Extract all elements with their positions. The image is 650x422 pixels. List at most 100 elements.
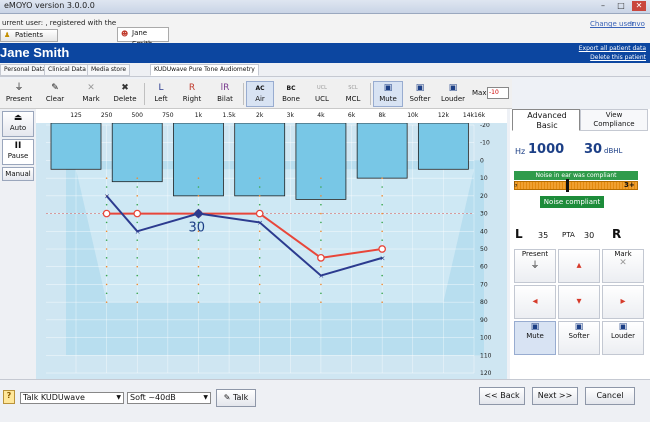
tab-personal-data[interactable]: Personal Data: [0, 64, 50, 76]
noise-bar: [111, 123, 163, 183]
down-arrow-button[interactable]: ▾: [558, 285, 600, 319]
bone-conduction-button[interactable]: BC Bone: [277, 81, 305, 107]
measurement-dot: [258, 248, 261, 250]
measurement-dot: [105, 230, 108, 233]
tab-patients-label: Patients: [15, 31, 44, 39]
present-button[interactable]: ⏚ Present: [2, 81, 36, 107]
export-link[interactable]: Export all patient data: [579, 45, 646, 52]
mcl-button[interactable]: SCL MCL: [339, 81, 367, 107]
measurement-dot: [136, 239, 139, 241]
toolbar-divider: [144, 83, 145, 105]
up-arrow-button[interactable]: ▴: [558, 249, 600, 283]
measurement-dot: [197, 301, 200, 303]
minimize-icon[interactable]: –: [596, 1, 610, 11]
air-conduction-button[interactable]: AC Air: [246, 81, 274, 107]
window-title: eMOYO version 3.0.0.0: [4, 1, 95, 10]
patient-name: Jane Smith: [0, 45, 70, 60]
louder-label: Louder: [440, 95, 466, 103]
clear-button[interactable]: ✎ Clear: [40, 81, 70, 107]
y-tick-label: 10: [480, 175, 488, 182]
speaker-icon: ▣: [415, 83, 425, 93]
delete-button[interactable]: ✖ Delete: [109, 81, 141, 107]
measurement-dot: [136, 292, 139, 295]
louder-button[interactable]: ▣ Louder: [437, 81, 469, 107]
mode-panel: ⏏ Auto II Pause Manual: [0, 109, 36, 379]
tab-media-store[interactable]: Media store: [87, 64, 131, 76]
page-title-tab[interactable]: KUDUwave Pure Tone Audiometry: [150, 64, 259, 76]
measurement-dot: [136, 257, 139, 259]
mute-button[interactable]: ▣ Mute: [373, 81, 403, 107]
y-tick-label: 70: [480, 281, 488, 288]
toolbar: ⏚ Present ✎ Clear ✕ Mark ✖ Delete L Left R Rig…: [0, 79, 512, 109]
measurement-dot: [320, 221, 322, 224]
talk-source-select[interactable]: Talk KUDUwave ▼: [20, 392, 124, 404]
right-arrow-button[interactable]: ▸: [602, 285, 644, 319]
pause-button[interactable]: II Pause: [2, 139, 34, 165]
change-user-link[interactable]: Change user: [590, 20, 634, 28]
pta-label: PTA: [562, 231, 575, 239]
ucl-glyph: UCL: [317, 85, 327, 91]
pad-louder-button[interactable]: ▣ Louder: [602, 321, 644, 355]
bone-glyph: BC: [286, 85, 296, 92]
ucl-button[interactable]: UCL UCL: [308, 81, 336, 107]
arrow-right-icon: ▸: [620, 296, 626, 307]
bilat-glyph: lR: [220, 83, 230, 93]
close-icon[interactable]: ✕: [632, 1, 646, 11]
talk-button[interactable]: ✎ Talk: [216, 389, 256, 407]
x-tick-label: 3k: [286, 112, 294, 119]
page-tabs: Personal Data Clinical Data Media store …: [0, 63, 650, 77]
present-icon: ⏚: [14, 83, 24, 93]
tab-basic-label: Basic: [536, 121, 558, 130]
more-link[interactable]: Invo: [630, 20, 645, 28]
manual-button[interactable]: Manual: [2, 167, 34, 181]
noise-compliant-badge: Noise compliant: [540, 196, 604, 208]
pad-softer-button[interactable]: ▣ Softer: [558, 321, 600, 355]
maximize-icon[interactable]: □: [614, 1, 628, 11]
tab-view-compliance[interactable]: View Compliance: [580, 109, 648, 131]
delete-icon: ✖: [121, 83, 129, 93]
mute-label: Mute: [379, 95, 397, 103]
info-bar: urrent user: , registered with the Chang…: [0, 14, 650, 48]
noise-bar: [234, 123, 286, 197]
pad-mark-button[interactable]: Mark ✕: [602, 249, 644, 283]
measurement-dot: [381, 203, 383, 206]
max-level-input[interactable]: -10: [487, 87, 509, 99]
softer-button[interactable]: ▣ Softer: [405, 81, 435, 107]
measurement-dot: [320, 248, 322, 250]
measurement-dot: [381, 177, 383, 179]
right-ear-button[interactable]: R Right: [177, 81, 207, 107]
delete-patient-link[interactable]: Delete this patient: [590, 54, 646, 61]
speaker-icon: ▣: [618, 322, 628, 332]
pta-right-letter: R: [612, 227, 622, 241]
toolbar-divider: [243, 83, 244, 105]
help-button[interactable]: ?: [3, 390, 15, 404]
speaker-icon: ▣: [383, 83, 393, 93]
tab-clinical-data[interactable]: Clinical Data: [44, 64, 90, 76]
tab-advanced-basic[interactable]: Advanced Basic: [512, 109, 580, 131]
tab-patient[interactable]: ☻ Jane Smith: [117, 27, 169, 48]
speaker-icon: ▣: [574, 322, 584, 332]
left-ear-button[interactable]: L Left: [147, 81, 175, 107]
x-tick-label: 4k: [317, 112, 325, 119]
pad-louder-label: Louder: [610, 332, 636, 340]
cancel-button[interactable]: Cancel: [585, 387, 635, 405]
level-unit: dBHL: [604, 147, 623, 155]
title-bar: eMOYO version 3.0.0.0 – □ ✕: [0, 0, 650, 14]
talk-level-select[interactable]: Soft ~40dB ▼: [127, 392, 211, 404]
back-button[interactable]: << Back: [479, 387, 525, 405]
pad-present-button[interactable]: Present ⏚: [514, 249, 556, 283]
patient-header: Jane Smith Export all patient data Delet…: [0, 43, 650, 63]
y-tick-label: 40: [480, 228, 488, 235]
mark-button[interactable]: ✕ Mark: [76, 81, 106, 107]
pad-mute-button[interactable]: ▣ Mute: [514, 321, 556, 355]
measurement-dot: [197, 265, 200, 268]
left-ear-glyph: L: [158, 83, 164, 93]
bilat-button[interactable]: lR Bilat: [210, 81, 240, 107]
auto-button[interactable]: ⏏ Auto: [2, 111, 34, 137]
next-button[interactable]: Next >>: [532, 387, 578, 405]
left-arrow-button[interactable]: ◂: [514, 285, 556, 319]
audiogram-chart[interactable]: -20-100102030405060708090100110120××××××…: [36, 123, 507, 379]
tab-advanced-label: Advanced: [527, 111, 567, 120]
tab-patients[interactable]: ♟ Patients: [0, 29, 58, 42]
chevron-down-icon: ▼: [116, 394, 121, 401]
